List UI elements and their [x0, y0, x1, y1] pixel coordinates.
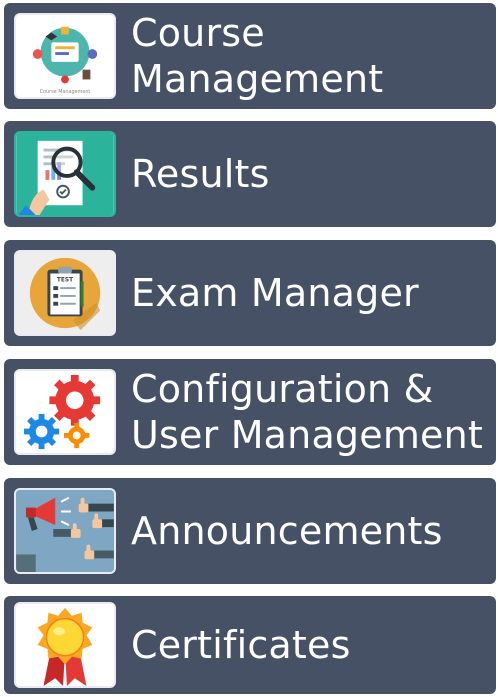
exam-clipboard-icon: TEST [14, 250, 116, 336]
label-line-1: Configuration & [131, 367, 434, 411]
certificates-label: Certificates [131, 622, 351, 668]
announcements-label: Announcements [131, 508, 443, 554]
results-magnifier-icon [14, 131, 116, 217]
label-line-1: Exam Manager [131, 271, 419, 315]
award-medal-icon [14, 602, 116, 688]
results-tile[interactable]: Results [4, 121, 496, 227]
megaphone-icon [14, 488, 116, 574]
thumb-caption: Course Management [40, 89, 91, 95]
label-line-1: Results [131, 152, 270, 196]
results-label: Results [131, 151, 270, 197]
exam-manager-tile[interactable]: TEST Exam Manager [4, 240, 496, 346]
course-management-icon: Course Management [14, 13, 116, 99]
announcements-tile[interactable]: Announcements [4, 478, 496, 584]
label-line-2: User Management [131, 413, 484, 457]
label-line-1: Announcements [131, 509, 443, 553]
certificates-tile[interactable]: Certificates [4, 596, 496, 694]
thumb-caption: TEST [57, 277, 73, 283]
main-menu: Course Management Course Management Resu… [0, 0, 498, 697]
exam-manager-label: Exam Manager [131, 270, 419, 316]
configuration-user-management-tile[interactable]: Configuration & User Management [4, 359, 496, 465]
gears-icon [14, 369, 116, 455]
label-line-1: Course [131, 11, 265, 55]
course-management-tile[interactable]: Course Management Course Management [4, 3, 496, 109]
configuration-user-management-label: Configuration & User Management [131, 366, 483, 458]
course-management-label: Course Management [131, 10, 383, 102]
label-line-1: Certificates [131, 623, 351, 667]
label-line-2: Management [131, 57, 384, 101]
